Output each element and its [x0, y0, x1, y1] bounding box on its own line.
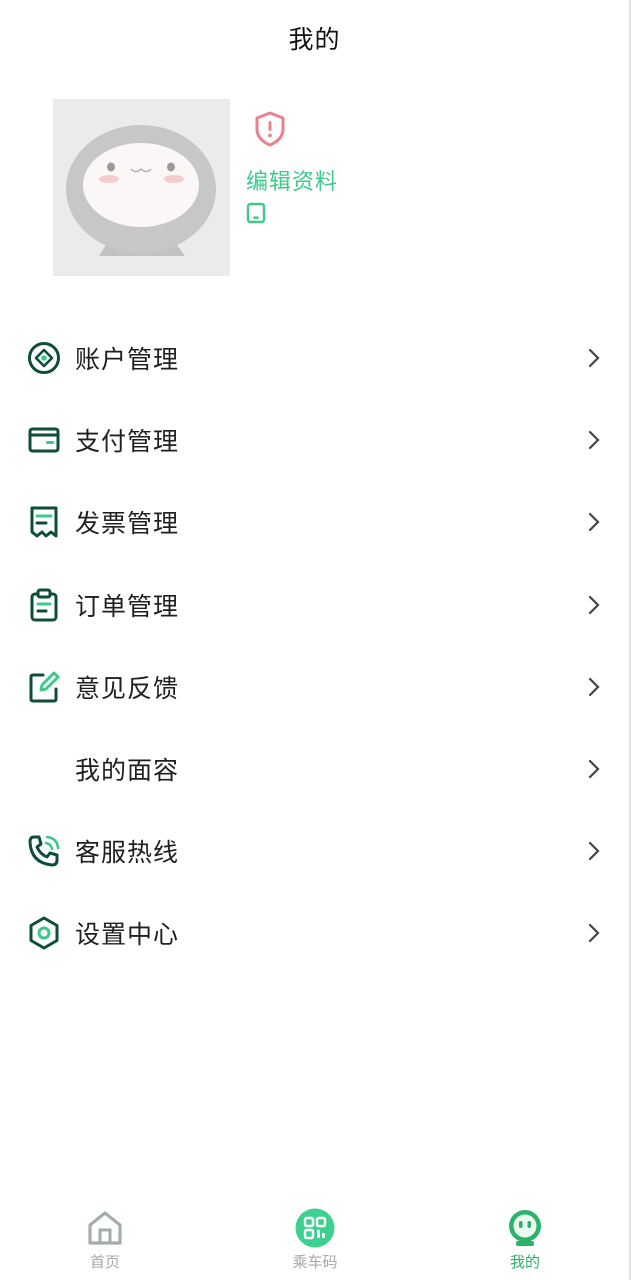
shield-alert-icon: [255, 111, 285, 147]
menu-list: 账户管理 支付管理 发票管理 订单管理 意见反馈 我的面容 客服热线 设置中心: [0, 317, 629, 975]
menu-item-label: 发票管理: [75, 509, 180, 539]
menu-item-feedback[interactable]: 意见反馈: [0, 646, 629, 728]
tab-ride-code[interactable]: 乘车码: [255, 1196, 375, 1280]
profile-robot-icon: [509, 1210, 541, 1246]
phone-call-icon: [26, 833, 62, 869]
chevron-right-icon: [588, 513, 600, 532]
menu-item-label: 设置中心: [75, 920, 180, 950]
chevron-right-icon: [588, 759, 600, 779]
menu-item-label: 意见反馈: [75, 673, 180, 703]
edit-icon: [26, 669, 62, 705]
page-title: 我的: [288, 25, 341, 54]
avatar-placeholder-icon: [53, 99, 230, 276]
qr-code-icon: [295, 1208, 335, 1248]
menu-item-invoice[interactable]: 发票管理: [0, 481, 629, 563]
menu-item-face[interactable]: 我的面容: [0, 728, 629, 810]
bottom-tab-bar: 首页 乘车码 我的: [0, 1196, 629, 1280]
chevron-right-icon: [588, 677, 600, 696]
clipboard-icon: [26, 587, 62, 623]
wallet-icon: [26, 422, 62, 458]
tab-label: 我的: [509, 1253, 540, 1271]
chevron-right-icon: [588, 924, 600, 943]
menu-item-label: 客服热线: [75, 838, 180, 868]
menu-item-account[interactable]: 账户管理: [0, 317, 629, 399]
home-icon: [88, 1211, 122, 1245]
menu-item-hotline[interactable]: 客服热线: [0, 810, 629, 892]
menu-item-label: 我的面容: [75, 756, 180, 786]
account-icon: [26, 340, 62, 376]
invoice-icon: [26, 504, 62, 540]
menu-item-label: 账户管理: [75, 345, 180, 375]
chevron-right-icon: [588, 595, 600, 614]
chevron-right-icon: [588, 431, 600, 450]
tab-label: 首页: [89, 1253, 120, 1271]
menu-item-label: 订单管理: [75, 591, 180, 621]
tab-label: 乘车码: [292, 1253, 338, 1271]
avatar[interactable]: [53, 99, 230, 276]
tab-home[interactable]: 首页: [45, 1196, 165, 1280]
chevron-right-icon: [588, 842, 600, 861]
page-header: 我的: [0, 0, 629, 76]
tab-mine[interactable]: 我的: [465, 1196, 585, 1280]
menu-item-payment[interactable]: 支付管理: [0, 399, 629, 481]
menu-item-settings[interactable]: 设置中心: [0, 892, 629, 974]
settings-hexagon-icon: [26, 915, 62, 951]
menu-item-label: 支付管理: [75, 427, 180, 457]
menu-item-orders[interactable]: 订单管理: [0, 564, 629, 646]
mobile-phone-icon: [246, 202, 266, 224]
profile-info: 编辑资料: [246, 110, 338, 224]
edit-profile-link[interactable]: 编辑资料: [246, 164, 338, 196]
chevron-right-icon: [588, 348, 600, 368]
